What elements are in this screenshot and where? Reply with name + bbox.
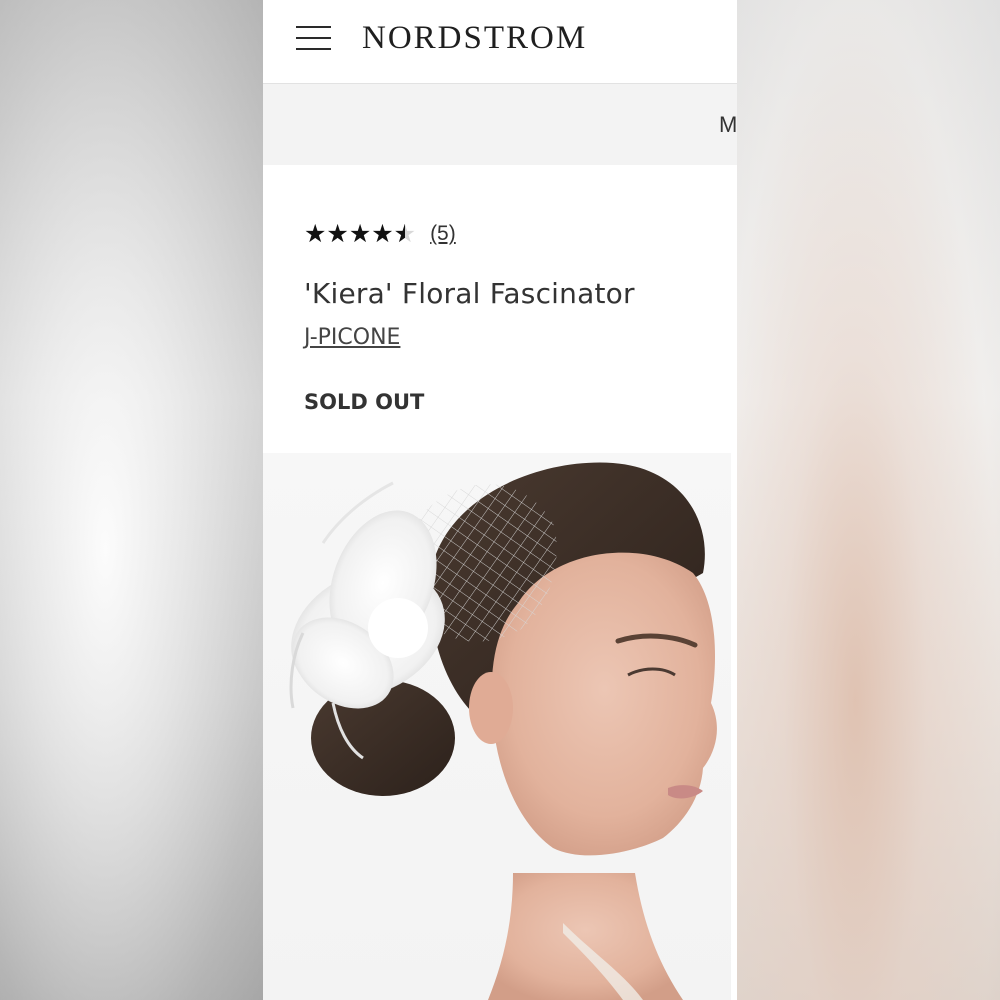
site-header: NORDSTROM [263, 0, 737, 84]
stock-status: SOLD OUT [304, 390, 425, 414]
brand-link[interactable]: J-PICONE [304, 325, 400, 350]
promo-text[interactable]: M [719, 112, 737, 138]
product-info-card: ★★★★★ ★★★★★ (5) 'Kiera' Floral Fascinato… [263, 165, 737, 453]
review-count-link[interactable]: (5) [430, 222, 456, 246]
blurred-background-left [0, 0, 263, 1000]
brand-logo[interactable]: NORDSTROM [362, 18, 587, 58]
star-rating-icon: ★★★★★ ★★★★★ [304, 219, 417, 248]
promo-banner: M [263, 84, 737, 165]
blurred-background-right [737, 0, 1000, 1000]
product-image[interactable] [263, 453, 731, 1000]
product-title: 'Kiera' Floral Fascinator [304, 277, 635, 310]
image-carousel-edge [731, 453, 737, 1000]
rating-row[interactable]: ★★★★★ ★★★★★ (5) [304, 220, 456, 248]
hamburger-menu-icon[interactable] [296, 26, 331, 50]
mobile-page: NORDSTROM M ★★★★★ ★★★★★ (5) 'Kiera' Flor… [263, 0, 737, 1000]
product-photo-illustration [289, 462, 717, 1000]
